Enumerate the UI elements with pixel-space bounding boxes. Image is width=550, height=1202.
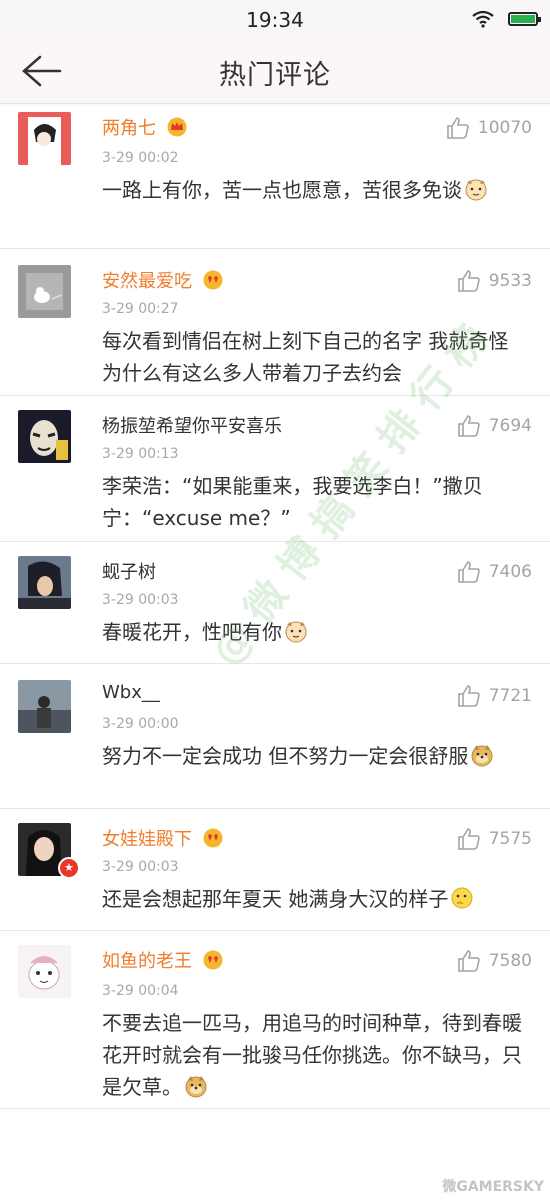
comment-text: 不要去追一匹马，用追马的时间种草，待到春暖花开时就会有一批骏马任你挑选。你不缺马… xyxy=(102,1011,522,1099)
comment-username[interactable]: 女娃娃殿下 xyxy=(102,825,224,851)
comment-text: 春暖花开，性吧有你 xyxy=(102,616,526,648)
vip-crown-icon xyxy=(203,950,223,970)
thumbs-up-icon xyxy=(457,270,480,292)
page-title: 热门评论 xyxy=(219,60,331,91)
comment-item: 安然最爱吃 3-29 00:27 9533 每次看到情侣在树上刻下自己的名字 我… xyxy=(0,249,550,396)
comment-item: 两角七 3-29 00:02 10070 一路上有你，苦一点也愿意，苦很多免谈 xyxy=(0,104,550,249)
doge-emoji-icon xyxy=(471,745,493,767)
like-count: 10070 xyxy=(477,118,532,138)
comment-list: 两角七 3-29 00:02 10070 一路上有你，苦一点也愿意，苦很多免谈 … xyxy=(0,104,550,1109)
like-button[interactable]: 10070 xyxy=(446,116,532,140)
comment-time: 3-29 00:04 xyxy=(102,983,179,999)
cat-emoji-icon xyxy=(285,621,307,643)
comment-username[interactable]: 杨振堃希望你平安喜乐 xyxy=(102,412,282,438)
comment-time: 3-29 00:13 xyxy=(102,446,179,462)
thumbs-up-icon xyxy=(457,950,480,972)
vip-crown-icon xyxy=(167,117,187,137)
comment-item: 蚬子树 3-29 00:03 7406 春暖花开，性吧有你 xyxy=(0,542,550,664)
comment-text: 每次看到情侣在树上刻下自己的名字 我就奇怪为什么有这么多人带着刀子去约会 xyxy=(102,329,509,385)
vip-crown-icon xyxy=(203,828,223,848)
thumbs-up-icon xyxy=(447,117,469,139)
comment-item: 女娃娃殿下 3-29 00:03 7575 还是会想起那年夏天 她满身大汉的样子 xyxy=(0,809,550,931)
comment-username[interactable]: 两角七 xyxy=(102,114,188,140)
status-time: 19:34 xyxy=(246,8,304,32)
vip-crown-icon xyxy=(203,270,223,290)
comment-time: 3-29 00:02 xyxy=(102,150,179,166)
comment-text: 一路上有你，苦一点也愿意，苦很多免谈 xyxy=(102,174,526,206)
battery-icon xyxy=(508,12,541,26)
like-count: 7406 xyxy=(488,562,532,582)
verified-badge-icon xyxy=(58,857,80,879)
comment-time: 3-29 00:03 xyxy=(102,592,179,608)
comment-item: 杨振堃希望你平安喜乐 3-29 00:13 7694 李荣浩：“如果能重来，我要… xyxy=(0,396,550,542)
like-button[interactable]: 7694 xyxy=(457,414,532,438)
like-button[interactable]: 7406 xyxy=(457,560,532,584)
comment-text: 努力不一定会成功 但不努力一定会很舒服 xyxy=(102,740,526,772)
thumbs-up-icon xyxy=(457,561,480,583)
comment-text: 还是会想起那年夏天 她满身大汉的样子 xyxy=(102,883,526,915)
cat-emoji-icon xyxy=(465,179,487,201)
like-count: 7721 xyxy=(488,686,532,706)
like-count: 7575 xyxy=(488,829,532,849)
corner-watermark: 微GAMERSKY xyxy=(442,1179,544,1195)
comment-time: 3-29 00:27 xyxy=(102,301,179,317)
avatar[interactable] xyxy=(18,556,71,609)
like-count: 9533 xyxy=(488,271,532,291)
doge-emoji-icon xyxy=(185,1076,207,1098)
status-bar: 19:34 xyxy=(0,0,550,38)
comment-username[interactable]: 安然最爱吃 xyxy=(102,267,224,293)
like-count: 7694 xyxy=(488,416,532,436)
comment-time: 3-29 00:00 xyxy=(102,716,179,732)
thumbs-up-icon xyxy=(457,828,480,850)
comment-item: 如鱼的老王 3-29 00:04 7580 不要去追一匹马，用追马的时间种草，待… xyxy=(0,931,550,1109)
avatar[interactable] xyxy=(18,410,71,463)
comment-time: 3-29 00:03 xyxy=(102,859,179,875)
comment-item: Wbx__ 3-29 00:00 7721 努力不一定会成功 但不努力一定会很舒… xyxy=(0,664,550,809)
like-button[interactable]: 7721 xyxy=(457,684,532,708)
comment-text: 李荣浩：“如果能重来，我要选李白！”撒贝宁：“excuse me？” xyxy=(102,474,483,530)
avatar[interactable] xyxy=(18,680,71,733)
like-button[interactable]: 7575 xyxy=(457,827,532,851)
avatar[interactable] xyxy=(18,265,71,318)
avatar[interactable] xyxy=(18,112,71,165)
comment-username[interactable]: 蚬子树 xyxy=(102,558,156,584)
like-button[interactable]: 9533 xyxy=(457,269,532,293)
thumbs-up-icon xyxy=(457,415,480,437)
avatar[interactable] xyxy=(18,945,71,998)
comment-username[interactable]: 如鱼的老王 xyxy=(102,947,224,973)
navigation-bar: 热门评论 xyxy=(0,38,550,104)
thumbs-up-icon xyxy=(457,685,480,707)
wifi-icon xyxy=(472,10,494,28)
like-button[interactable]: 7580 xyxy=(457,949,532,973)
thinking-emoji-icon xyxy=(451,887,473,909)
like-count: 7580 xyxy=(488,951,532,971)
comment-username[interactable]: Wbx__ xyxy=(102,682,160,703)
